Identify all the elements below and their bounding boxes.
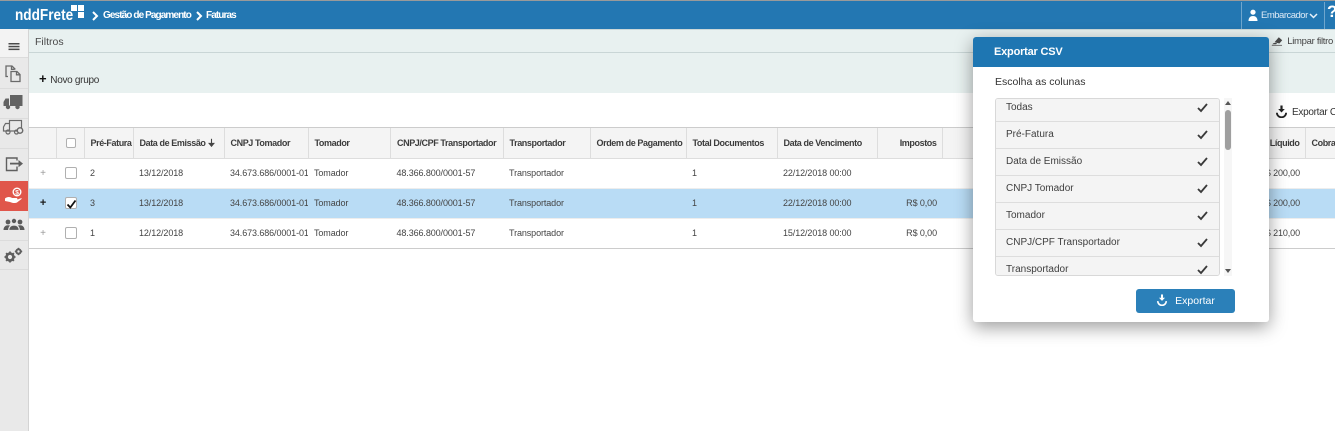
svg-text:$: $ bbox=[15, 189, 19, 196]
